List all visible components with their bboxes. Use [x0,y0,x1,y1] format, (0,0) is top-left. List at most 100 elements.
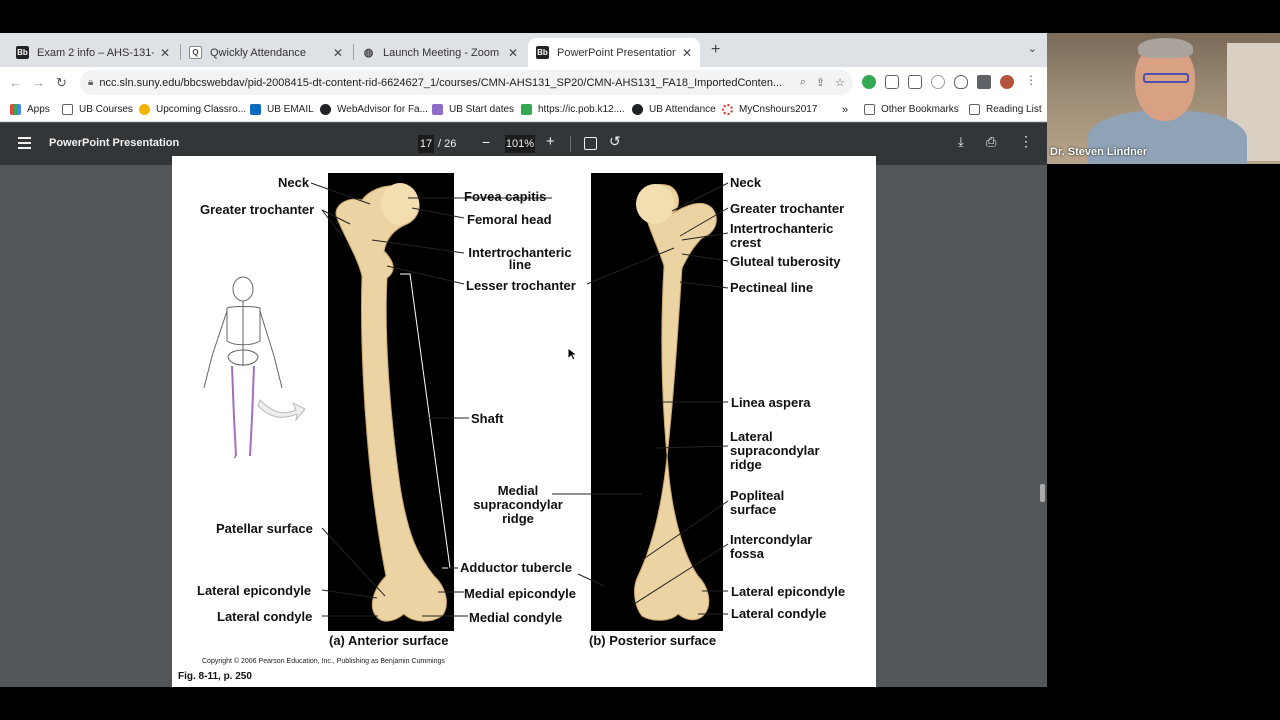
skeleton-figure [203,276,283,459]
bookmark-label: UB Courses [79,104,133,115]
scrollbar-thumb[interactable] [1040,484,1045,502]
tab-powerpoint-presentation[interactable]: Bb PowerPoint Presentation ✕ [528,38,700,67]
new-tab-icon[interactable]: + [711,41,720,59]
forward-arrow-icon[interactable]: → [27,75,50,90]
bookmark-mycnshours[interactable]: MyCnshours2017 [722,104,817,115]
globe-icon: ◍ [363,47,374,59]
tab-title: Exam 2 info – AHS-131-J1-SP2 [37,46,154,59]
bookmark-icon [139,104,150,115]
more-vert-icon[interactable]: ⋮ [1019,133,1033,150]
rotate-icon[interactable]: ↺ [609,133,621,150]
download-icon[interactable]: ⤓ [958,134,964,150]
bookmark-icon [432,104,443,115]
fit-page-icon[interactable] [584,137,597,150]
browser-toolbar: ← → ↻ 🔒︎ ncc.sln.suny.edu/bbcswebdav/pid… [0,67,1047,98]
extension-icon[interactable] [885,75,899,89]
label-neck: Neck [278,175,310,190]
label-intertrochanteric-line: Intertrochanteric line [464,246,576,271]
globe-icon [320,104,331,115]
zoom-out-icon[interactable]: − [482,134,490,150]
label-line-1: Intercondylar [730,532,813,547]
label-line-3: ridge [502,511,534,526]
bookmark-upcoming-classroom[interactable]: Upcoming Classro... [139,104,246,115]
caption-posterior: (b) Posterior surface [589,633,717,648]
label-lateral-epicondyle: Lateral epicondyle [197,583,312,598]
bookmark-label: Other Bookmarks [881,104,959,115]
lock-icon: 🔒︎ [88,77,94,88]
bookmark-ub-attendance[interactable]: UB Attendance [632,104,716,115]
tab-title: Qwickly Attendance [210,46,306,59]
bookmark-ic-pob[interactable]: https://ic.pob.k12.... [521,104,625,115]
bookmark-label: UB Start dates [449,104,515,115]
tab-launch-meeting-zoom[interactable]: ◍ Launch Meeting - Zoom ✕ [354,38,526,67]
bookmarks-bar: Apps UB Courses Upcoming Classro... UB E… [0,98,1047,122]
label-linea-aspera: Linea aspera [731,395,811,410]
blackboard-icon: Bb [16,46,29,59]
close-icon[interactable]: ✕ [508,46,518,60]
label-line-1: Lateral [730,429,773,444]
page-number-input[interactable]: 17 [418,135,434,153]
avatar[interactable] [1000,75,1014,89]
pdf-title: PowerPoint Presentation [49,137,180,149]
label-pectineal-line: Pectineal line [730,280,814,295]
zoom-in-icon[interactable]: + [546,133,555,150]
bookmark-label: UB Attendance [649,104,716,115]
star-icon[interactable]: ☆ [835,76,845,89]
menu-icon[interactable] [18,137,31,149]
tab-title: Launch Meeting - Zoom [383,46,500,59]
outlook-icon [250,104,261,115]
bookmark-icon [722,104,733,115]
globe-icon [632,104,643,115]
bookmark-apps[interactable]: Apps [10,104,50,115]
zoom-icon[interactable]: ⌕ [800,76,806,89]
puzzle-icon[interactable] [977,75,991,89]
tab-exam-info[interactable]: Bb Exam 2 info – AHS-131-J1-SP2 ✕ [8,38,178,67]
bookmark-webadvisor[interactable]: WebAdvisor for Fa... [320,104,428,115]
zoom-level-input[interactable]: 101% [505,135,535,153]
shield-icon[interactable] [954,75,968,89]
tab-strip: Bb Exam 2 info – AHS-131-J1-SP2 ✕ Q Qwic… [0,33,1047,67]
label-greater-trochanter-posterior: Greater trochanter [730,201,845,216]
label-shaft: Shaft [471,411,504,426]
bookmark-label: https://ic.pob.k12.... [538,104,625,115]
extension-icon[interactable] [862,75,876,89]
bookmark-ub-email[interactable]: UB EMAIL [250,104,314,115]
reload-icon[interactable]: ↻ [50,75,73,91]
anterior-femoral-head [381,183,419,225]
bookmark-ub-courses[interactable]: UB Courses [62,104,133,115]
extension-icon[interactable] [908,75,922,89]
participant-name: Dr. Steven Lindner [1050,146,1148,158]
apps-grid-icon [10,104,21,115]
presenter-glasses [1143,73,1189,83]
label-fovea-capitis: Fovea capitis [464,189,547,204]
close-icon[interactable]: ✕ [333,46,343,60]
chevron-down-icon[interactable]: ⌄ [1028,42,1037,55]
share-icon[interactable]: ⇪ [816,76,825,89]
browser-window: Bb Exam 2 info – AHS-131-J1-SP2 ✕ Q Qwic… [0,33,1047,687]
address-bar[interactable]: 🔒︎ ncc.sln.suny.edu/bbcswebdav/pid-20084… [80,70,853,95]
url-text: ncc.sln.suny.edu/bbcswebdav/pid-2008415-… [99,76,783,89]
bookmarks-overflow-icon[interactable]: » [842,104,848,116]
more-vert-icon[interactable]: ⋮ [1025,73,1039,87]
back-arrow-icon[interactable]: ← [4,75,27,90]
label-line-2: fossa [730,546,764,561]
posterior-femoral-head [636,184,674,224]
copyright-notice: Copyright © 2006 Pearson Education, Inc.… [202,658,445,665]
label-medial-supracondylar-ridge: Medial supracondylar ridge [462,484,574,526]
label-greater-trochanter: Greater trochanter [200,202,315,217]
bookmark-reading-list[interactable]: Reading List [969,104,1042,115]
print-icon[interactable]: ⎙ [986,134,996,150]
bookmark-other[interactable]: Other Bookmarks [864,104,959,115]
bookmark-ub-start-dates[interactable]: UB Start dates [432,104,514,115]
tab-qwickly-attendance[interactable]: Q Qwickly Attendance ✕ [181,38,351,67]
bookmark-label: Apps [27,104,50,115]
bookmark-label: Reading List [986,104,1042,115]
label-femoral-head: Femoral head [467,212,552,227]
close-icon[interactable]: ✕ [682,46,692,60]
label-lateral-condyle-posterior: Lateral condyle [731,606,827,621]
extension-icon[interactable] [931,75,945,89]
label-line-1: Intertrochanteric [730,221,834,236]
label-lateral-epicondyle-posterior: Lateral epicondyle [731,584,846,599]
bookmark-label: MyCnshours2017 [739,104,818,115]
close-icon[interactable]: ✕ [160,46,170,60]
